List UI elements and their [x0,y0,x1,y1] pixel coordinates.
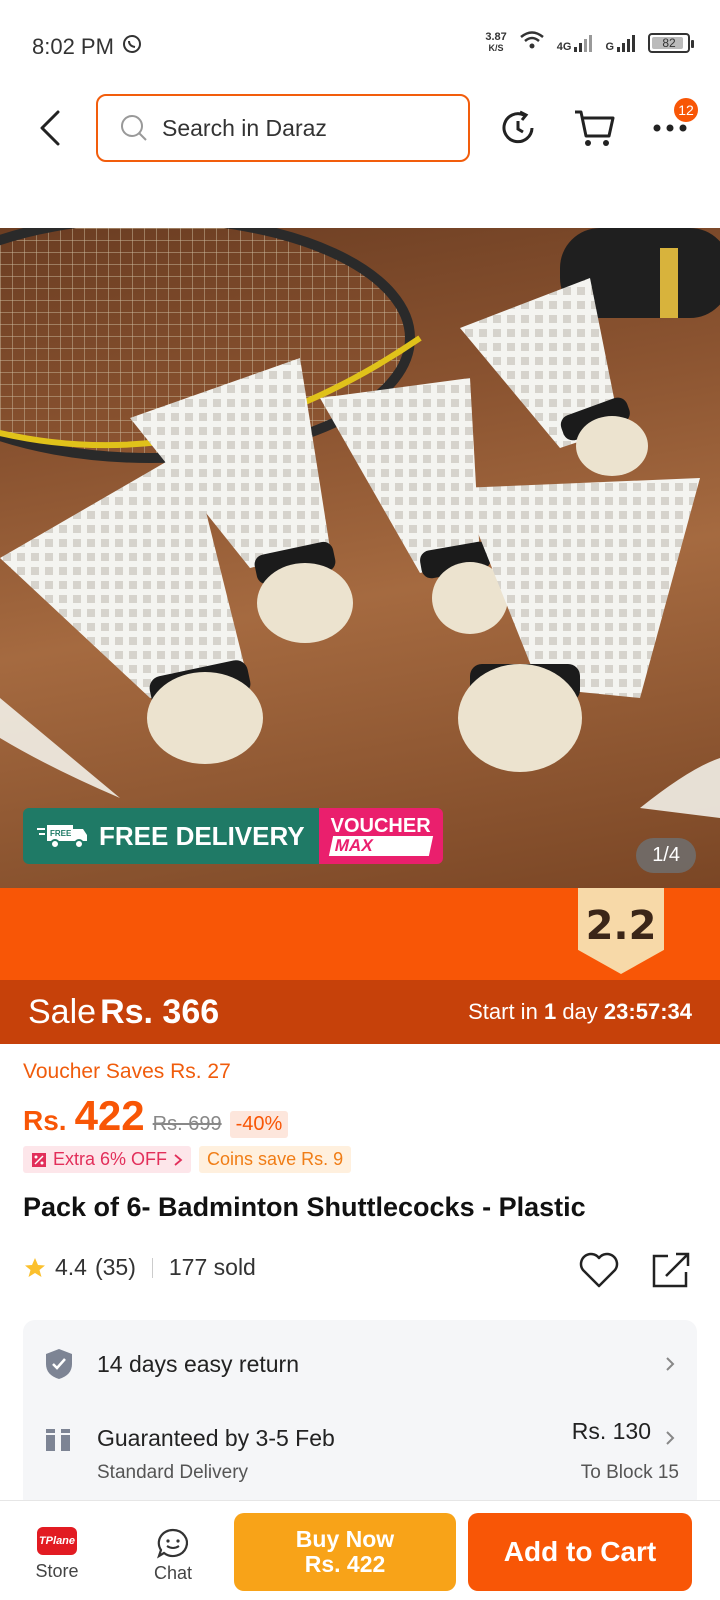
search-input[interactable]: Search in Daraz [96,94,470,162]
voucher-max-badge: VOUCHER MAX [318,808,443,864]
heart-icon [579,1252,619,1288]
flash-sale-bar: Sale Rs. 366 Start in 1 day 23:57:34 [0,980,720,1044]
status-indicators: 3.87 K/S 4G G 82 [485,30,694,55]
voucher-savings: Voucher Saves Rs. 27 [23,1060,231,1083]
more-menu-button[interactable]: 12 [648,98,698,150]
search-icon [121,115,147,141]
return-policy-row[interactable]: 14 days easy return [23,1348,697,1380]
chat-icon [157,1528,189,1559]
price-row: Rs. 422 Rs. 699 -40% [23,1092,289,1140]
cart-button[interactable] [572,106,616,150]
package-icon [46,1429,70,1451]
store-button[interactable]: TPlane Store [22,1527,92,1582]
signal-4g-icon: 4G [557,33,594,53]
original-price: Rs. 699 [152,1113,222,1135]
search-placeholder: Search in Daraz [162,114,327,141]
price-currency: Rs. [23,1105,67,1136]
free-delivery-text: FREE DELIVERY [99,820,305,851]
status-time: 8:02 PM [32,34,142,60]
clock-text: 8:02 PM [32,34,114,59]
chevron-right-icon [666,1357,675,1371]
bottom-action-bar: TPlane Store Chat Buy Now Rs. 422 Add to… [0,1500,720,1600]
top-header: Search in Daraz 12 [0,92,720,162]
chevron-right-icon [174,1153,183,1166]
signal-g-icon: G [605,33,636,53]
share-icon [652,1252,690,1288]
product-title: Pack of 6- Badminton Shuttlecocks - Plas… [23,1192,586,1222]
shuttlecocks-image [0,228,720,818]
delivery-type: Standard Delivery [97,1462,249,1483]
sale-countdown: Start in 1 day 23:57:34 [468,999,692,1024]
star-icon [25,1257,45,1277]
cart-icon [575,110,615,146]
rating-count: (35) [94,1254,136,1280]
delivery-location: To Block 15 [580,1462,679,1483]
buy-now-button[interactable]: Buy Now Rs. 422 [234,1513,456,1591]
back-arrow-icon [40,110,60,146]
wifi-icon [519,30,545,55]
delivery-price: Rs. 130 [571,1418,651,1444]
image-counter: 1/4 [636,838,696,873]
rating-row[interactable]: 4.4 (35) 177 sold [23,1254,256,1281]
free-delivery-badge: FREE FREE DELIVERY [23,808,319,864]
shield-check-icon [46,1349,72,1379]
network-speed: 3.87 K/S [485,30,507,53]
free-delivery-voucher-badge: FREE FREE DELIVERY VOUCHER MAX [23,808,443,864]
store-logo: TPlane [37,1527,77,1555]
sale-price: Sale Rs. 366 [28,992,220,1031]
discount-badge: -40% [229,1111,289,1138]
share-button[interactable] [650,1250,692,1290]
more-dots-icon [653,124,687,132]
coins-save-promo: Coins save Rs. 9 [199,1146,352,1173]
battery-icon: 82 [648,32,694,53]
rating-value: 4.4 [55,1254,87,1280]
coupon-icon [32,1152,46,1167]
delivery-truck-icon: FREE [37,825,87,849]
add-to-cart-button[interactable]: Add to Cart [468,1513,692,1591]
chevron-right-icon [666,1431,675,1445]
current-price: 422 [74,1092,145,1139]
product-image-carousel[interactable]: FREE FREE DELIVERY VOUCHER MAX 1/4 [0,228,720,888]
status-bar: 8:02 PM 3.87 K/S 4G G 82 [0,0,720,92]
service-card: 14 days easy return Guaranteed by 3-5 Fe… [23,1320,697,1510]
history-button[interactable] [496,106,540,150]
promo-row: Extra 6% OFF Coins save Rs. 9 [23,1146,352,1173]
whatsapp-icon [122,34,142,60]
sold-count: 177 sold [168,1254,256,1280]
extra-off-promo[interactable]: Extra 6% OFF [23,1146,192,1173]
svg-text:FREE: FREE [50,829,72,838]
notification-badge: 12 [674,98,698,122]
refresh-history-icon [502,110,534,144]
chat-button[interactable]: Chat [138,1527,208,1584]
back-button[interactable] [30,106,70,150]
wishlist-button[interactable] [578,1250,620,1290]
